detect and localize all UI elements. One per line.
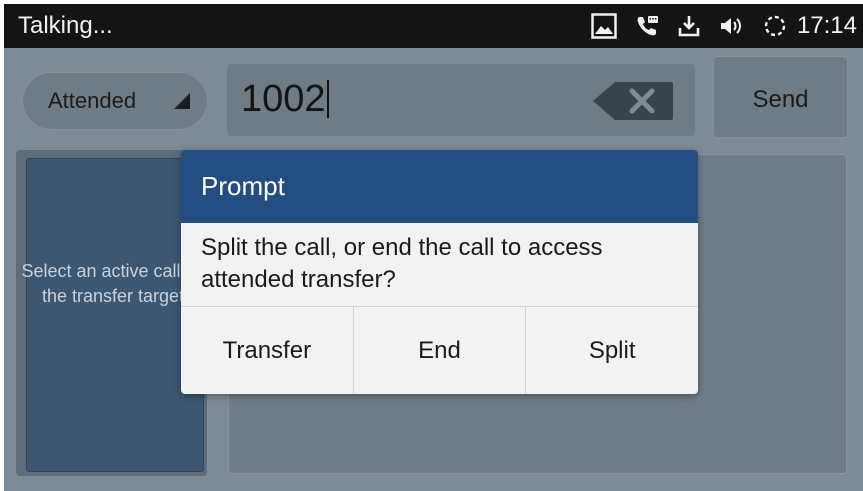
split-button[interactable]: Split	[525, 307, 698, 394]
phone-screen: Talking... 17:14 Attended 1002 Send Sele…	[4, 4, 863, 491]
image-icon	[591, 13, 617, 39]
status-icons: 17:14	[573, 4, 857, 48]
text-caret	[326, 80, 329, 118]
transfer-mode-label: Attended	[48, 88, 137, 113]
dialog-title: Prompt	[201, 171, 285, 201]
status-bar: Talking... 17:14	[4, 4, 863, 48]
dialog-header: Prompt	[181, 150, 698, 223]
sync-icon	[763, 14, 787, 38]
number-input[interactable]: 1002	[227, 64, 695, 136]
prompt-dialog: Prompt Split the call, or end the call t…	[181, 150, 698, 394]
dialog-button-bar: Transfer End Split	[181, 307, 698, 394]
dropdown-arrow-icon	[173, 92, 191, 115]
transfer-target-hint: Select an active call as the transfer ta…	[21, 261, 205, 306]
active-call-card[interactable]	[26, 158, 204, 472]
download-icon	[677, 14, 701, 38]
clock: 17:14	[796, 12, 857, 39]
transfer-mode-dropdown[interactable]: Attended	[22, 72, 208, 130]
dialog-message: Split the call, or end the call to acces…	[201, 234, 603, 293]
status-title: Talking...	[18, 12, 113, 39]
end-button[interactable]: End	[352, 307, 526, 394]
transfer-button[interactable]: Transfer	[181, 307, 353, 394]
send-button-label: Send	[752, 86, 809, 113]
volume-icon	[719, 14, 745, 38]
backspace-icon[interactable]	[591, 80, 675, 127]
number-input-value: 1002	[241, 78, 329, 121]
transfer-target-panel: Select an active call as the transfer ta…	[16, 150, 207, 476]
voicemail-phone-icon	[635, 14, 659, 38]
send-button[interactable]: Send	[713, 56, 848, 138]
